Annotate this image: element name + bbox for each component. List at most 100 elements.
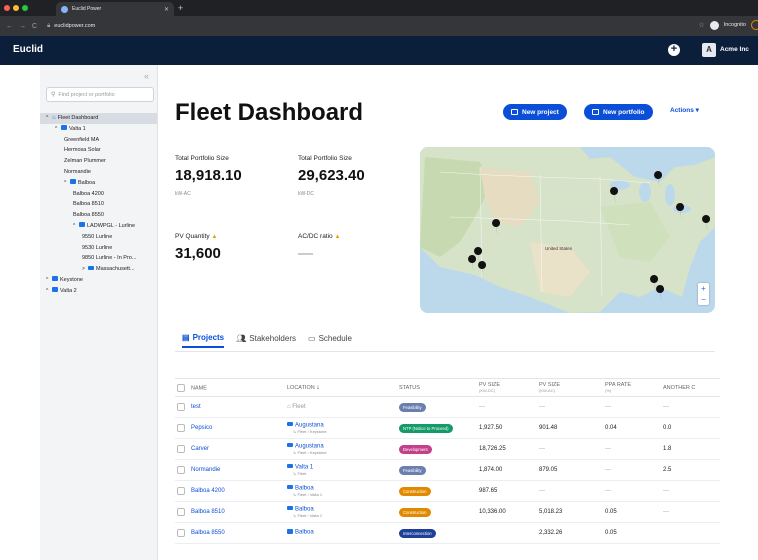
tab-projects[interactable]: ▤ Projects	[182, 333, 225, 348]
minimize-window-button[interactable]	[13, 5, 19, 11]
column-header-location[interactable]: LOCATION ↓	[285, 378, 397, 397]
reload-icon[interactable]: C	[32, 23, 37, 30]
sidebar-tree-item[interactable]: Balboa 8510	[40, 199, 157, 210]
zoom-out-button[interactable]: −	[698, 294, 709, 305]
sidebar-tree-item[interactable]: ^ ⌂ Fleet Dashboard	[40, 113, 157, 124]
column-header-pv-ac[interactable]: PV SIZE (kW-AC)	[537, 378, 603, 397]
location-link[interactable]: Augustana	[287, 442, 397, 451]
cell-pv-dc-value: —	[479, 404, 485, 410]
sidebar-tree-item-label: Valta 2	[60, 287, 77, 294]
sidebar-tree-item[interactable]: ^ Valta 2	[40, 286, 157, 297]
row-checkbox[interactable]	[177, 403, 185, 411]
forward-icon[interactable]: →	[19, 23, 26, 30]
row-checkbox[interactable]	[177, 529, 185, 537]
cell-location: Augustana ↳ Fleet › Keystone	[285, 438, 397, 460]
table-header-row: NAME LOCATION ↓ STATUS PV SIZE (kW-DC) PV…	[175, 378, 720, 397]
sidebar-tree-item[interactable]: > Massachusett...	[40, 264, 157, 275]
project-name-link[interactable]: Balboa 8510	[191, 509, 225, 515]
actions-menu-button[interactable]: Actions ▾	[670, 106, 699, 114]
sidebar-tree-item[interactable]: Greenfield MA	[40, 135, 157, 146]
table-row[interactable]: Carver Augustana ↳ Fleet › Keystone Develop…	[175, 438, 720, 460]
close-tab-icon[interactable]: ✕	[164, 6, 169, 13]
sidebar-tree-item[interactable]: Balboa 4200	[40, 189, 157, 200]
folder-icon	[287, 442, 293, 448]
cell-status: Construction	[397, 480, 477, 502]
location-link[interactable]: Augustana	[287, 421, 397, 430]
url-text[interactable]: euclidpower.com	[54, 23, 95, 29]
tab-stakeholders[interactable]: 👥︎ Stakeholders	[236, 333, 296, 348]
row-checkbox[interactable]	[177, 445, 185, 453]
back-icon[interactable]: ←	[6, 23, 13, 30]
cell-pv-ac: 5,018.23	[537, 501, 603, 523]
column-header-ppa[interactable]: PPA RATE (%)	[603, 378, 661, 397]
sidebar-tree-item[interactable]: Balboa 8550	[40, 210, 157, 221]
table-row[interactable]: Pepsico Augustana ↳ Fleet › Keystone NTP (N…	[175, 417, 720, 439]
sidebar-tree-item-label: Normandie	[64, 168, 91, 175]
project-name-link[interactable]: Normandie	[191, 467, 220, 473]
project-name-link[interactable]: Balboa 4200	[191, 488, 225, 494]
sidebar-tree-item[interactable]: 9850 Lurline - In Pro...	[40, 253, 157, 264]
location-link[interactable]: ⌂ Fleet	[287, 404, 306, 410]
new-tab-icon[interactable]: +	[178, 2, 183, 14]
location-link[interactable]: Valta 1	[287, 463, 397, 472]
cell-pv-dc: 1,927.50	[477, 417, 537, 439]
table-row[interactable]: test ⌂ Fleet Feasibility — — — —	[175, 396, 720, 418]
browser-tab[interactable]: Euclid Power ✕	[56, 2, 174, 16]
cell-ppa: —	[603, 459, 661, 481]
table-row[interactable]: Balboa 8510 Balboa ↳ Fleet › Valta 1 Constr…	[175, 501, 720, 523]
sidebar-tree-item[interactable]: 9550 Lurline	[40, 232, 157, 243]
cell-name: Balboa 4200	[175, 480, 285, 502]
sidebar-tree-item[interactable]: ^ Balboa	[40, 178, 157, 189]
add-icon[interactable]: +	[668, 44, 680, 56]
cell-pv-dc-value: 18,726.25	[479, 446, 506, 452]
project-name-link[interactable]: test	[191, 404, 201, 410]
table-row[interactable]: Balboa 8550 Balboa Interconnection 2,332.26…	[175, 522, 720, 544]
cell-another-value: 2.5	[663, 467, 672, 473]
cell-name: Balboa 8510	[175, 501, 285, 523]
collapse-sidebar-icon[interactable]: «	[144, 71, 149, 81]
project-name-link[interactable]: Balboa 8550	[191, 530, 225, 536]
brand-logo[interactable]: Euclid	[13, 44, 43, 55]
org-name[interactable]: Acme Inc	[720, 46, 749, 53]
cell-pv-ac: —	[537, 396, 603, 418]
column-header-status[interactable]: STATUS	[397, 378, 477, 397]
location-link[interactable]: Balboa	[287, 484, 397, 493]
sidebar-tree-item[interactable]: Zelman Plummer	[40, 156, 157, 167]
profile-icon[interactable]	[751, 20, 758, 30]
cell-pv-dc: 1,874.00	[477, 459, 537, 481]
project-name-link[interactable]: Carver	[191, 446, 209, 452]
project-map[interactable]: United States + −	[420, 147, 715, 313]
sidebar-tree-item[interactable]: ^ LADWPGL - Lurline	[40, 221, 157, 232]
row-checkbox[interactable]	[177, 508, 185, 516]
close-window-button[interactable]	[4, 5, 10, 11]
sidebar-tree-item-label: 9550 Lurline	[82, 233, 113, 240]
bookmark-star-icon[interactable]: ☆	[698, 21, 704, 29]
column-header-name[interactable]: NAME	[175, 378, 285, 397]
zoom-in-button[interactable]: +	[698, 283, 709, 294]
new-project-button[interactable]: New project	[503, 104, 567, 120]
location-link[interactable]: Balboa	[287, 505, 397, 514]
sidebar-tree-item[interactable]: Normandie	[40, 167, 157, 178]
sidebar-tree-item-label: Balboa 4200	[73, 190, 104, 197]
maximize-window-button[interactable]	[22, 5, 28, 11]
location-link[interactable]: Balboa	[287, 529, 397, 537]
stat-label-total-ac: Total Portfolio Size	[175, 155, 229, 162]
tab-schedule[interactable]: ▭ Schedule	[308, 333, 352, 348]
new-portfolio-button[interactable]: New portfolio	[584, 104, 653, 120]
sidebar-tree-item[interactable]: ^ Valta 1	[40, 124, 157, 135]
sidebar-tree-item[interactable]: Hermosa Solar	[40, 145, 157, 156]
cell-another: 2.5	[661, 459, 720, 481]
sidebar-tree-item[interactable]: 9530 Lurline	[40, 243, 157, 254]
avatar[interactable]: A	[702, 43, 716, 57]
project-name-link[interactable]: Pepsico	[191, 425, 212, 431]
row-checkbox[interactable]	[177, 424, 185, 432]
search-input[interactable]	[58, 91, 149, 98]
table-row[interactable]: Normandie Valta 1 ↳ Fleet Feasibility 1,874.…	[175, 459, 720, 481]
select-all-checkbox[interactable]	[177, 383, 185, 392]
column-header-another[interactable]: ANOTHER C	[661, 378, 720, 397]
column-header-pv-dc[interactable]: PV SIZE (kW-DC)	[477, 378, 537, 397]
sidebar-tree-item[interactable]: ^ Keystone	[40, 275, 157, 286]
row-checkbox[interactable]	[177, 466, 185, 474]
row-checkbox[interactable]	[177, 487, 185, 495]
table-row[interactable]: Balboa 4200 Balboa ↳ Fleet › Valta 1 Constr…	[175, 480, 720, 502]
